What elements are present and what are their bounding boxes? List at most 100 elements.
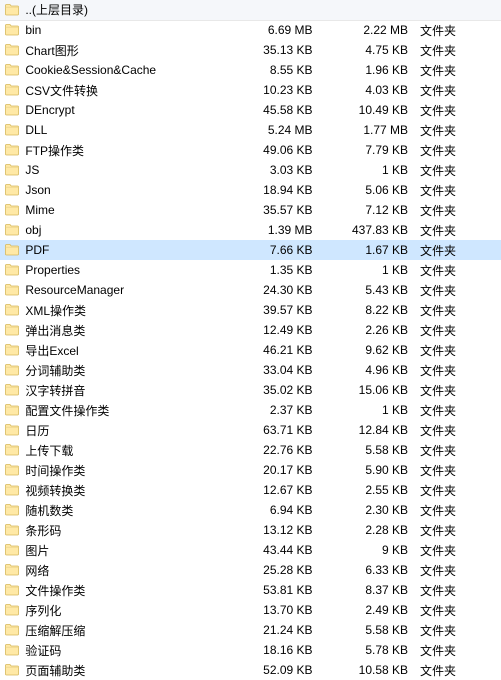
folder-row[interactable]: 配置文件操作类2.37 KB1 KB文件夹 xyxy=(0,400,501,420)
folder-name: 日历 xyxy=(23,420,225,440)
folder-row[interactable]: bin6.69 MB2.22 MB文件夹 xyxy=(0,20,501,40)
folder-row[interactable]: 日历63.71 KB12.84 KB文件夹 xyxy=(0,420,501,440)
type: 文件夹 xyxy=(416,60,501,80)
size2: 8.37 KB xyxy=(321,580,417,600)
size2: 4.75 KB xyxy=(321,40,417,60)
folder-row[interactable]: 随机数类6.94 KB2.30 KB文件夹 xyxy=(0,500,501,520)
folder-name: DLL xyxy=(23,120,225,140)
folder-row[interactable]: 分词辅助类33.04 KB4.96 KB文件夹 xyxy=(0,360,501,380)
folder-name: Json xyxy=(23,180,225,200)
type: 文件夹 xyxy=(416,120,501,140)
type: 文件夹 xyxy=(416,20,501,40)
folder-row[interactable]: 文件操作类53.81 KB8.37 KB文件夹 xyxy=(0,580,501,600)
parent-dir-row[interactable]: ..(上层目录) xyxy=(0,0,501,20)
size1: 8.55 KB xyxy=(225,60,321,80)
folder-icon xyxy=(0,80,23,100)
folder-name: 网络 xyxy=(23,560,225,580)
size1: 12.49 KB xyxy=(225,320,321,340)
folder-icon xyxy=(0,20,23,40)
folder-row[interactable]: 上传下载22.76 KB5.58 KB文件夹 xyxy=(0,440,501,460)
folder-row[interactable]: DLL5.24 MB1.77 MB文件夹 xyxy=(0,120,501,140)
type: 文件夹 xyxy=(416,200,501,220)
folder-icon xyxy=(0,300,23,320)
size1: 24.30 KB xyxy=(225,280,321,300)
size1: 18.16 KB xyxy=(225,640,321,660)
type: 文件夹 xyxy=(416,440,501,460)
folder-name: CSV文件转换 xyxy=(23,80,225,100)
size1: 10.23 KB xyxy=(225,80,321,100)
folder-icon xyxy=(0,120,23,140)
size2: 2.49 KB xyxy=(321,600,417,620)
folder-row[interactable]: 导出Excel46.21 KB9.62 KB文件夹 xyxy=(0,340,501,360)
type: 文件夹 xyxy=(416,280,501,300)
folder-row[interactable]: FTP操作类49.06 KB7.79 KB文件夹 xyxy=(0,140,501,160)
folder-row[interactable]: PDF7.66 KB1.67 KB文件夹 xyxy=(0,240,501,260)
size2: 2.26 KB xyxy=(321,320,417,340)
size2 xyxy=(321,0,417,20)
size1: 13.12 KB xyxy=(225,520,321,540)
folder-name: 压缩解压缩 xyxy=(23,620,225,640)
folder-row[interactable]: Properties1.35 KB1 KB文件夹 xyxy=(0,260,501,280)
folder-name: 配置文件操作类 xyxy=(23,400,225,420)
size2: 8.22 KB xyxy=(321,300,417,320)
folder-row[interactable]: 汉字转拼音35.02 KB15.06 KB文件夹 xyxy=(0,380,501,400)
folder-row[interactable]: 页面辅助类52.09 KB10.58 KB文件夹 xyxy=(0,660,501,680)
folder-icon xyxy=(0,420,23,440)
folder-row[interactable]: Cookie&Session&Cache8.55 KB1.96 KB文件夹 xyxy=(0,60,501,80)
size2: 1 KB xyxy=(321,260,417,280)
folder-icon xyxy=(0,40,23,60)
type: 文件夹 xyxy=(416,640,501,660)
folder-row[interactable]: 网络25.28 KB6.33 KB文件夹 xyxy=(0,560,501,580)
type: 文件夹 xyxy=(416,320,501,340)
folder-row[interactable]: obj1.39 MB437.83 KB文件夹 xyxy=(0,220,501,240)
folder-row[interactable]: DEncrypt45.58 KB10.49 KB文件夹 xyxy=(0,100,501,120)
folder-row[interactable]: 时间操作类20.17 KB5.90 KB文件夹 xyxy=(0,460,501,480)
size1: 25.28 KB xyxy=(225,560,321,580)
size1: 35.57 KB xyxy=(225,200,321,220)
size1: 35.13 KB xyxy=(225,40,321,60)
folder-name: obj xyxy=(23,220,225,240)
folder-row[interactable]: Mime35.57 KB7.12 KB文件夹 xyxy=(0,200,501,220)
folder-row[interactable]: 压缩解压缩21.24 KB5.58 KB文件夹 xyxy=(0,620,501,640)
folder-row[interactable]: CSV文件转换10.23 KB4.03 KB文件夹 xyxy=(0,80,501,100)
folder-row[interactable]: 序列化13.70 KB2.49 KB文件夹 xyxy=(0,600,501,620)
size2: 4.96 KB xyxy=(321,360,417,380)
size2: 5.43 KB xyxy=(321,280,417,300)
size1: 46.21 KB xyxy=(225,340,321,360)
size1: 33.04 KB xyxy=(225,360,321,380)
folder-name: 验证码 xyxy=(23,640,225,660)
type: 文件夹 xyxy=(416,460,501,480)
size1: 52.09 KB xyxy=(225,660,321,680)
type: 文件夹 xyxy=(416,240,501,260)
type: 文件夹 xyxy=(416,340,501,360)
size1: 3.03 KB xyxy=(225,160,321,180)
size2: 7.12 KB xyxy=(321,200,417,220)
folder-row[interactable]: Json18.94 KB5.06 KB文件夹 xyxy=(0,180,501,200)
folder-row[interactable]: 条形码13.12 KB2.28 KB文件夹 xyxy=(0,520,501,540)
folder-row[interactable]: 视频转换类12.67 KB2.55 KB文件夹 xyxy=(0,480,501,500)
folder-row[interactable]: XML操作类39.57 KB8.22 KB文件夹 xyxy=(0,300,501,320)
folder-icon xyxy=(0,180,23,200)
folder-name: DEncrypt xyxy=(23,100,225,120)
folder-name: 分词辅助类 xyxy=(23,360,225,380)
size1: 45.58 KB xyxy=(225,100,321,120)
type: 文件夹 xyxy=(416,220,501,240)
size1: 5.24 MB xyxy=(225,120,321,140)
size2: 5.58 KB xyxy=(321,440,417,460)
folder-row[interactable]: 弹出消息类12.49 KB2.26 KB文件夹 xyxy=(0,320,501,340)
type: 文件夹 xyxy=(416,560,501,580)
folder-name: 弹出消息类 xyxy=(23,320,225,340)
folder-row[interactable]: JS3.03 KB1 KB文件夹 xyxy=(0,160,501,180)
folder-row[interactable]: ResourceManager24.30 KB5.43 KB文件夹 xyxy=(0,280,501,300)
folder-name: 汉字转拼音 xyxy=(23,380,225,400)
folder-row[interactable]: 图片43.44 KB9 KB文件夹 xyxy=(0,540,501,560)
size1: 6.69 MB xyxy=(225,20,321,40)
size1: 12.67 KB xyxy=(225,480,321,500)
size1: 63.71 KB xyxy=(225,420,321,440)
size1: 49.06 KB xyxy=(225,140,321,160)
type: 文件夹 xyxy=(416,160,501,180)
size2: 5.90 KB xyxy=(321,460,417,480)
folder-row[interactable]: Chart图形35.13 KB4.75 KB文件夹 xyxy=(0,40,501,60)
folder-row[interactable]: 验证码18.16 KB5.78 KB文件夹 xyxy=(0,640,501,660)
folder-icon xyxy=(0,340,23,360)
